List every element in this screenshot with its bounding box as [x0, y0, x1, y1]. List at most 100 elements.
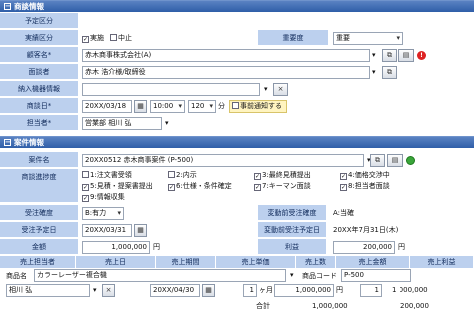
product-dropdown-icon[interactable]: ▾ — [290, 269, 294, 282]
progress-option[interactable]: ✓ 9:情報収集 — [82, 192, 125, 203]
sales-calendar-button[interactable]: ▦ — [202, 284, 215, 297]
interviewee-button[interactable]: ⧉ — [382, 66, 397, 79]
progress-option-label: 5:見積・提案書提出 — [90, 182, 153, 190]
close-icon: × — [105, 286, 112, 294]
customer-field[interactable]: 赤木商事株式会社(A) — [82, 49, 370, 62]
label-yotei: 予定区分 — [0, 13, 78, 29]
progress-option-label: 9:情報収集 — [90, 193, 125, 201]
checkbox-icon — [232, 102, 239, 109]
label-juchu-kakudo: 受注確度 — [0, 205, 78, 221]
folder-icon: ▤ — [391, 156, 399, 164]
copy-button[interactable]: ⧉ — [382, 49, 397, 62]
checkbox-icon — [82, 171, 89, 178]
sales-price-unit: 円 — [336, 286, 343, 294]
order-date-field[interactable]: 20XX/03/31 — [82, 224, 132, 237]
col-qty: 売上数 — [296, 256, 336, 268]
project-info-button[interactable]: ▤ — [387, 154, 403, 167]
checkbox-icon: ✓ — [168, 184, 175, 191]
amount-field[interactable]: 1,000,000 — [82, 241, 150, 254]
meeting-time-select[interactable]: 10:00 — [150, 100, 185, 113]
label-anken: 案件名 — [0, 152, 78, 168]
section-title: 案件情報 — [14, 138, 44, 147]
progress-option-label: 6:仕様・条件確定 — [176, 182, 232, 190]
equipment-clear-button[interactable]: × — [273, 83, 288, 96]
progress-option[interactable]: 2:内示 — [168, 170, 197, 181]
label-hendo-yotei: 変動前受注予定日 — [258, 222, 326, 238]
order-probability-select[interactable]: B:有力 — [82, 207, 124, 220]
progress-option[interactable]: ✓ 4:価格交渉中 — [340, 170, 390, 181]
col-person: 売上担当者 — [0, 256, 76, 268]
owner-field[interactable]: 営業部 相川 弘 — [82, 117, 162, 130]
calendar-icon: ▦ — [137, 226, 144, 234]
label-kokyaku: 顧客名* — [0, 47, 78, 63]
collapse-icon[interactable]: − — [4, 139, 11, 146]
customer-info-button[interactable]: ▤ — [398, 49, 414, 62]
progress-option-label: 2:内示 — [176, 171, 197, 179]
col-amount: 売上金額 — [336, 256, 410, 268]
interviewee-dropdown-icon[interactable]: ▾ — [372, 66, 376, 79]
sales-person-dropdown-icon[interactable]: ▾ — [93, 284, 97, 297]
label-jisseki: 実績区分 — [0, 30, 78, 46]
sales-date-field[interactable]: 20XX/04/30 — [150, 284, 200, 297]
profit-field[interactable]: 200,000 — [333, 241, 395, 254]
meeting-date-field[interactable]: 20XX/03/18 — [82, 100, 132, 113]
sales-person-field[interactable]: 相川 弘 — [6, 284, 90, 297]
progress-option-label: 8:担当者面談 — [348, 182, 390, 190]
meeting-duration-select[interactable]: 120 — [188, 100, 216, 113]
alert-icon[interactable]: ! — [417, 51, 426, 60]
progress-option[interactable]: ✓ 8:担当者面談 — [340, 181, 390, 192]
product-field[interactable]: カラーレーザー複合機 — [34, 269, 286, 282]
profit-unit: 円 — [398, 243, 405, 251]
equipment-field[interactable] — [82, 83, 260, 96]
customer-dropdown-icon[interactable]: ▾ — [372, 49, 376, 62]
amount-unit: 円 — [153, 243, 160, 251]
interviewee-field[interactable]: 赤木 浩介様/取締役 — [82, 66, 370, 79]
status-icon[interactable] — [406, 156, 415, 167]
prev-probability: A:当確 — [333, 209, 355, 217]
label-kingaku: 金額 — [0, 239, 78, 255]
progress-option-label: 3:最終見積提出 — [262, 171, 311, 179]
sales-grid-header: 売上担当者 売上日 売上期間 売上単価 売上数 売上金額 売上利益 — [0, 256, 474, 268]
owner-dropdown-icon[interactable]: ▾ — [165, 117, 169, 130]
checkbox-icon: ✓ — [254, 184, 261, 191]
juyodo-select[interactable]: 重要 — [333, 32, 403, 45]
radio-jisseki-cancel[interactable]: 中止 — [110, 30, 132, 46]
calendar-icon: ▦ — [205, 286, 212, 294]
notify-checkbox[interactable]: 事前通知する — [229, 100, 287, 113]
label-mendan: 面談者 — [0, 64, 78, 80]
sales-person-clear-button[interactable]: × — [102, 284, 115, 297]
sales-period-unit: ヶ月 — [259, 286, 273, 294]
progress-checkboxes: 1:注文書受領 2:内示 ✓ 3:最終見積提出 ✓ 4:価格交渉中 ✓ 5:見積・提案書提出 ✓… — [82, 170, 474, 204]
order-calendar-button[interactable]: ▦ — [134, 224, 147, 237]
label-shindo: 商談進捗度 — [0, 169, 78, 203]
collapse-icon[interactable]: − — [4, 3, 11, 10]
copy-icon: ⧉ — [375, 156, 380, 164]
progress-option[interactable]: ✓ 6:仕様・条件確定 — [168, 181, 232, 192]
section-header-anken[interactable]: − 案件情報 — [0, 136, 474, 148]
label-juchu-yotei: 受注予定日 — [0, 222, 78, 238]
progress-option[interactable]: ✓ 7:キーマン面談 — [254, 181, 311, 192]
equipment-dropdown-icon[interactable]: ▾ — [264, 83, 268, 96]
sales-period-field[interactable]: 1 — [243, 284, 257, 297]
checkbox-icon — [110, 34, 117, 41]
section-header-shodan[interactable]: − 商談情報 — [0, 0, 474, 12]
calendar-button[interactable]: ▦ — [134, 100, 147, 113]
sales-price-field[interactable]: 1,000,000 — [274, 284, 334, 297]
checkbox-icon — [168, 171, 175, 178]
progress-option[interactable]: ✓ 5:見積・提案書提出 — [82, 181, 153, 192]
code-field[interactable]: P-500 — [341, 269, 411, 282]
col-profit: 売上利益 — [410, 256, 474, 268]
progress-option[interactable]: ✓ 3:最終見積提出 — [254, 170, 311, 181]
folder-icon: ▤ — [402, 51, 410, 59]
section-title: 商談情報 — [14, 2, 44, 11]
total-amount: 1,000,000 — [312, 302, 348, 310]
project-copy-button[interactable]: ⧉ — [370, 154, 385, 167]
label-nonyu: 納入機器情報 — [0, 81, 78, 97]
checkbox-icon: ✓ — [254, 173, 261, 180]
col-date: 売上日 — [76, 256, 156, 268]
label-hendo-kakudo: 変動前受注確度 — [258, 205, 326, 221]
project-field[interactable]: 20XX0512 赤木商事案件 (P-500) — [82, 154, 364, 167]
sales-qty-field[interactable]: 1 — [360, 284, 382, 297]
radio-jisseki-implement[interactable]: ✓ 実施 — [82, 30, 104, 46]
progress-option[interactable]: 1:注文書受領 — [82, 170, 132, 181]
